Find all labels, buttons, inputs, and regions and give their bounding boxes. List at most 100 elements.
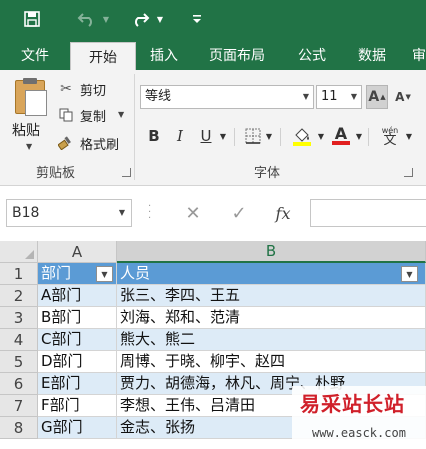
cell-staff[interactable]: 刘海、郑和、范清: [117, 307, 426, 329]
paste-label: 粘贴: [12, 123, 40, 139]
cancel-icon[interactable]: ✕: [180, 199, 206, 227]
chevron-down-icon[interactable]: ▼: [303, 86, 309, 108]
underline-button[interactable]: U: [196, 124, 216, 148]
table-row: 2 A部门 张三、李四、王五: [0, 285, 426, 307]
chevron-down-icon[interactable]: ▼: [118, 110, 124, 119]
cell-department[interactable]: E部门: [38, 373, 117, 395]
copy-label: 复制: [80, 109, 107, 125]
row-header[interactable]: 1: [0, 263, 38, 285]
decrease-font-size-button[interactable]: A ▼: [392, 85, 414, 109]
cell-department[interactable]: B部门: [38, 307, 117, 329]
chevron-down-icon[interactable]: ▼: [100, 7, 112, 31]
row-header[interactable]: 5: [0, 351, 38, 373]
chevron-down-icon[interactable]: ▼: [26, 142, 32, 151]
row-header[interactable]: 6: [0, 373, 38, 395]
dialog-launcher-icon[interactable]: [404, 168, 413, 177]
cell-staff[interactable]: 张三、李四、王五: [117, 285, 426, 307]
grow-font-label: A: [368, 89, 380, 105]
name-box[interactable]: B18 ▼: [6, 199, 132, 227]
cell-department[interactable]: G部门: [38, 417, 117, 439]
font-size-value: 11: [321, 89, 338, 104]
select-all-button[interactable]: [0, 241, 38, 263]
header-cell-staff[interactable]: 人员: [117, 263, 426, 285]
chevron-down-icon[interactable]: ▼: [354, 124, 364, 148]
filter-dropdown-icon[interactable]: ▼: [96, 266, 113, 282]
quick-access-toolbar: ▼ ▼: [0, 0, 426, 40]
insert-function-button[interactable]: fx: [270, 199, 296, 227]
dialog-launcher-icon[interactable]: [122, 168, 131, 177]
drag-handle-icon[interactable]: · · ·: [148, 202, 152, 224]
font-color-swatch: [332, 141, 350, 145]
font-name-value: 等线: [145, 89, 172, 104]
enter-icon[interactable]: ✓: [226, 199, 252, 227]
format-painter-button[interactable]: 格式刷: [58, 132, 119, 154]
cell-department[interactable]: A部门: [38, 285, 117, 307]
cell-department[interactable]: C部门: [38, 329, 117, 351]
customize-qat-icon[interactable]: [190, 7, 204, 31]
font-group-label: 字体: [254, 166, 281, 181]
tab-review[interactable]: 审: [404, 40, 426, 70]
cut-button[interactable]: ✂ 剪切: [58, 78, 106, 100]
paste-button[interactable]: 粘贴 ▼: [10, 78, 50, 158]
watermark-title: 易采站长站: [300, 392, 405, 416]
row-header[interactable]: 3: [0, 307, 38, 329]
font-size-select[interactable]: 11 ▼: [316, 85, 362, 109]
table-header-row: 1 部门 人员 ▼ ▼: [0, 263, 426, 285]
chevron-down-icon[interactable]: ▼: [264, 124, 274, 148]
redo-icon[interactable]: [128, 7, 152, 31]
cell-department[interactable]: D部门: [38, 351, 117, 373]
filter-dropdown-icon[interactable]: ▼: [401, 266, 418, 282]
table-row: 5 D部门 周博、于晓、柳宇、赵四: [0, 351, 426, 373]
cell-staff[interactable]: 周博、于晓、柳宇、赵四: [117, 351, 426, 373]
clipboard-group-label: 剪贴板: [36, 166, 76, 181]
tab-page-layout[interactable]: 页面布局: [196, 40, 278, 70]
ribbon-home: 粘贴 ▼ ✂ 剪切 复制 ▼ 格式刷 剪贴板 等线 ▼ 11 ▼ A ▲ A ▼ B…: [0, 70, 426, 186]
cut-label: 剪切: [80, 83, 107, 99]
tab-file[interactable]: 文件: [8, 40, 62, 70]
increase-font-size-button[interactable]: A ▲: [366, 85, 388, 109]
watermark-url: www.easck.com: [312, 426, 406, 440]
chevron-down-icon[interactable]: ▼: [316, 124, 326, 148]
ribbon-tabs: 文件 开始 插入 页面布局 公式 数据 审: [0, 40, 426, 70]
table-row: 3 B部门 刘海、郑和、范清: [0, 307, 426, 329]
font-color-glyph: A: [334, 124, 348, 143]
save-icon[interactable]: [20, 7, 44, 31]
chevron-down-icon[interactable]: ▼: [351, 86, 357, 108]
column-header-a[interactable]: A: [38, 241, 117, 263]
copy-button[interactable]: 复制: [58, 104, 106, 126]
fill-color-button[interactable]: [290, 124, 314, 148]
borders-icon: [245, 128, 261, 144]
column-header-b[interactable]: B: [117, 241, 426, 263]
name-box-value: B18: [12, 205, 40, 221]
formula-input[interactable]: [310, 199, 426, 227]
tab-home[interactable]: 开始: [70, 42, 136, 70]
tab-formulas[interactable]: 公式: [286, 40, 338, 70]
undo-icon[interactable]: [74, 7, 100, 31]
cell-staff[interactable]: 熊大、熊二: [117, 329, 426, 351]
row-header[interactable]: 8: [0, 417, 38, 439]
table-row: 4 C部门 熊大、熊二: [0, 329, 426, 351]
copy-icon: [58, 107, 74, 123]
brush-icon: [58, 135, 74, 151]
phonetic-guide-button[interactable]: wén 文: [378, 124, 402, 148]
row-header[interactable]: 4: [0, 329, 38, 351]
row-header[interactable]: 2: [0, 285, 38, 307]
paint-bucket-icon: [293, 128, 311, 146]
italic-button[interactable]: I: [170, 124, 190, 148]
tab-data[interactable]: 数据: [346, 40, 398, 70]
font-name-select[interactable]: 等线 ▼: [140, 85, 314, 109]
shrink-font-label: A: [395, 90, 405, 104]
watermark: 易采站长站 www.easck.com: [292, 386, 426, 449]
cell-department[interactable]: F部门: [38, 395, 117, 417]
chevron-down-icon[interactable]: ▼: [404, 124, 414, 148]
chevron-down-icon[interactable]: ▼: [154, 7, 166, 31]
font-color-button[interactable]: A: [330, 124, 352, 148]
row-header[interactable]: 7: [0, 395, 38, 417]
tab-insert[interactable]: 插入: [140, 40, 188, 70]
borders-button[interactable]: [242, 124, 264, 148]
phonetic-icon: 文: [383, 133, 397, 148]
bold-button[interactable]: B: [144, 124, 164, 148]
chevron-down-icon[interactable]: ▼: [119, 200, 125, 226]
chevron-down-icon[interactable]: ▼: [218, 124, 228, 148]
format-painter-label: 格式刷: [80, 137, 120, 153]
